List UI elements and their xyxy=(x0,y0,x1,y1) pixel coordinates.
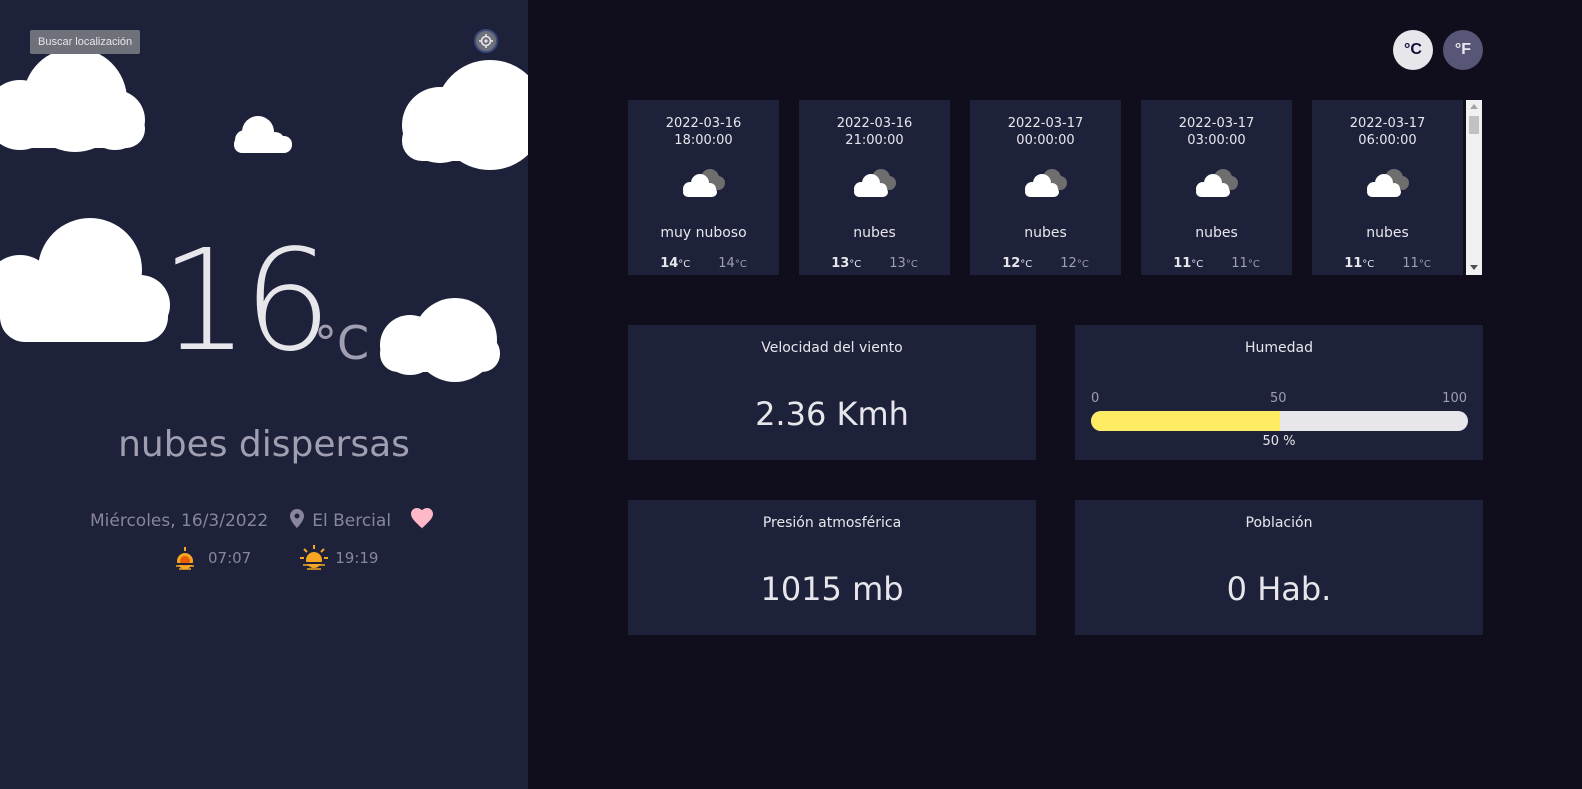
sunset-icon xyxy=(299,544,329,572)
location-name: El Bercial xyxy=(312,511,392,531)
forecast-card: 2022-03-17 03:00:00 nubes 11°C 11°C xyxy=(1141,100,1292,275)
location-pin-icon xyxy=(290,509,305,533)
sunset-time: 19:19 xyxy=(335,549,379,567)
scale-max: 100 xyxy=(1442,391,1467,406)
scale-mid: 50 xyxy=(1270,391,1287,406)
forecast-temps: 13°C 13°C xyxy=(799,256,950,271)
forecast-datetime: 2022-03-16 21:00:00 xyxy=(836,116,913,148)
humidity-card: Humedad 0 50 100 50 % xyxy=(1075,325,1483,460)
scroll-down-icon[interactable] xyxy=(1470,265,1478,270)
fahrenheit-toggle[interactable]: °F xyxy=(1443,30,1483,70)
forecast-description: nubes xyxy=(1024,225,1067,241)
forecast-min: 14°C xyxy=(718,256,747,271)
population-card: Población 0 Hab. xyxy=(1075,500,1483,635)
sunrise-time: 07:07 xyxy=(208,549,252,567)
forecast-description: nubes xyxy=(853,225,896,241)
population-value: 0 Hab. xyxy=(1226,570,1332,608)
forecast-card: 2022-03-17 06:00:00 nubes 11°C 11°C xyxy=(1312,100,1463,275)
pressure-title: Presión atmosférica xyxy=(762,515,902,531)
current-location-button[interactable] xyxy=(474,29,498,53)
humidity-bar xyxy=(1091,411,1468,431)
forecast-description: nubes xyxy=(1195,225,1238,241)
forecast-min: 11°C xyxy=(1402,256,1431,271)
humidity-bar-fill xyxy=(1091,411,1280,431)
forecast-max: 11°C xyxy=(1173,256,1204,271)
crosshair-icon xyxy=(479,34,493,48)
forecast-temps: 14°C 14°C xyxy=(628,256,779,271)
pressure-card: Presión atmosférica 1015 mb xyxy=(628,500,1036,635)
population-title: Población xyxy=(1245,515,1313,531)
wind-card: Velocidad del viento 2.36 Kmh xyxy=(628,325,1036,460)
cloudy-icon xyxy=(683,169,725,197)
forecast-min: 13°C xyxy=(889,256,918,271)
forecast-min: 12°C xyxy=(1060,256,1089,271)
cloudy-icon xyxy=(854,169,896,197)
wind-title: Velocidad del viento xyxy=(761,340,903,356)
pressure-value: 1015 mb xyxy=(760,570,904,608)
forecast-max: 14°C xyxy=(660,256,691,271)
weather-description: nubes dispersas xyxy=(118,424,410,465)
forecast-temps: 11°C 11°C xyxy=(1141,256,1292,271)
favorite-heart-icon[interactable] xyxy=(409,507,435,535)
celsius-toggle[interactable]: °C xyxy=(1393,30,1433,70)
wind-value: 2.36 Kmh xyxy=(755,395,909,433)
scroll-up-icon[interactable] xyxy=(1470,104,1478,109)
forecast-description: muy nuboso xyxy=(660,225,747,241)
forecast-temps: 11°C 11°C xyxy=(1312,256,1463,271)
current-date: Miércoles, 16/3/2022 xyxy=(90,511,269,531)
temperature-unit: °C xyxy=(314,316,370,370)
scroll-thumb[interactable] xyxy=(1469,116,1479,134)
sunrise-icon xyxy=(172,544,198,572)
forecast-max: 12°C xyxy=(1002,256,1033,271)
forecast-scrollbar[interactable] xyxy=(1466,100,1482,275)
sun-times-row: 07:07 19:19 xyxy=(172,543,378,573)
forecast-max: 11°C xyxy=(1344,256,1375,271)
forecast-datetime: 2022-03-16 18:00:00 xyxy=(665,116,742,148)
forecast-card: 2022-03-16 21:00:00 nubes 13°C 13°C xyxy=(799,100,950,275)
forecast-datetime: 2022-03-17 00:00:00 xyxy=(1007,116,1084,148)
sidebar: Buscar localización 16 °C nubes dispersa… xyxy=(0,0,528,789)
cloudy-icon xyxy=(1196,169,1238,197)
search-location-button[interactable]: Buscar localización xyxy=(30,30,141,54)
cloudy-icon xyxy=(1367,169,1409,197)
forecast-datetime: 2022-03-17 03:00:00 xyxy=(1178,116,1255,148)
humidity-title: Humedad xyxy=(1244,340,1313,356)
current-temperature: 16 xyxy=(160,220,332,383)
forecast-card: 2022-03-17 00:00:00 nubes 12°C 12°C xyxy=(970,100,1121,275)
forecast-temps: 12°C 12°C xyxy=(970,256,1121,271)
forecast-min: 11°C xyxy=(1231,256,1260,271)
forecast-list[interactable]: 2022-03-16 18:00:00 muy nuboso 14°C 14°C … xyxy=(628,100,1482,275)
forecast-datetime: 2022-03-17 06:00:00 xyxy=(1349,116,1426,148)
forecast-description: nubes xyxy=(1366,225,1409,241)
cloudy-icon xyxy=(1025,169,1067,197)
scale-min: 0 xyxy=(1091,391,1100,406)
date-location-row: Miércoles, 16/3/2022 El Bercial xyxy=(90,506,435,536)
forecast-max: 13°C xyxy=(831,256,862,271)
humidity-percent: 50 % xyxy=(1262,434,1296,449)
forecast-card: 2022-03-16 18:00:00 muy nuboso 14°C 14°C xyxy=(628,100,779,275)
